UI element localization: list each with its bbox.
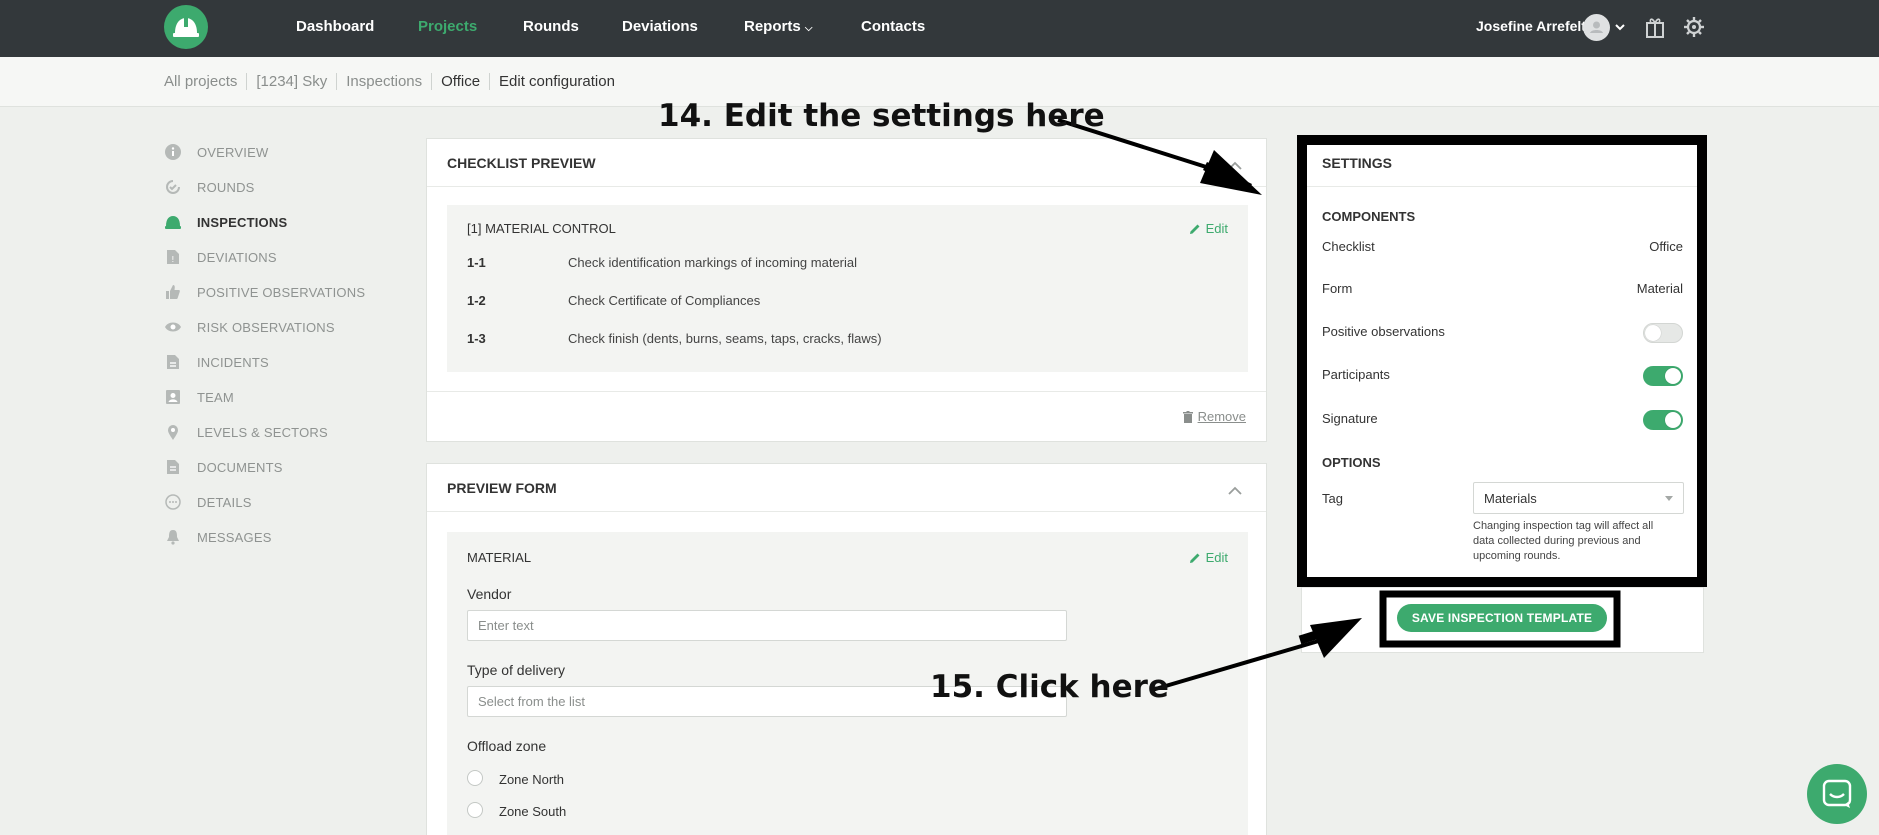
arrow-15-icon xyxy=(1151,618,1362,692)
save-highlight-box xyxy=(1379,590,1621,648)
chat-launcher-button[interactable] xyxy=(1807,764,1867,824)
annotation-step-15: 15. Click here xyxy=(930,669,1169,705)
annotation-step-14: 14. Edit the settings here xyxy=(658,98,1105,134)
settings-highlight-box xyxy=(1297,135,1707,587)
chat-icon xyxy=(1822,779,1852,808)
